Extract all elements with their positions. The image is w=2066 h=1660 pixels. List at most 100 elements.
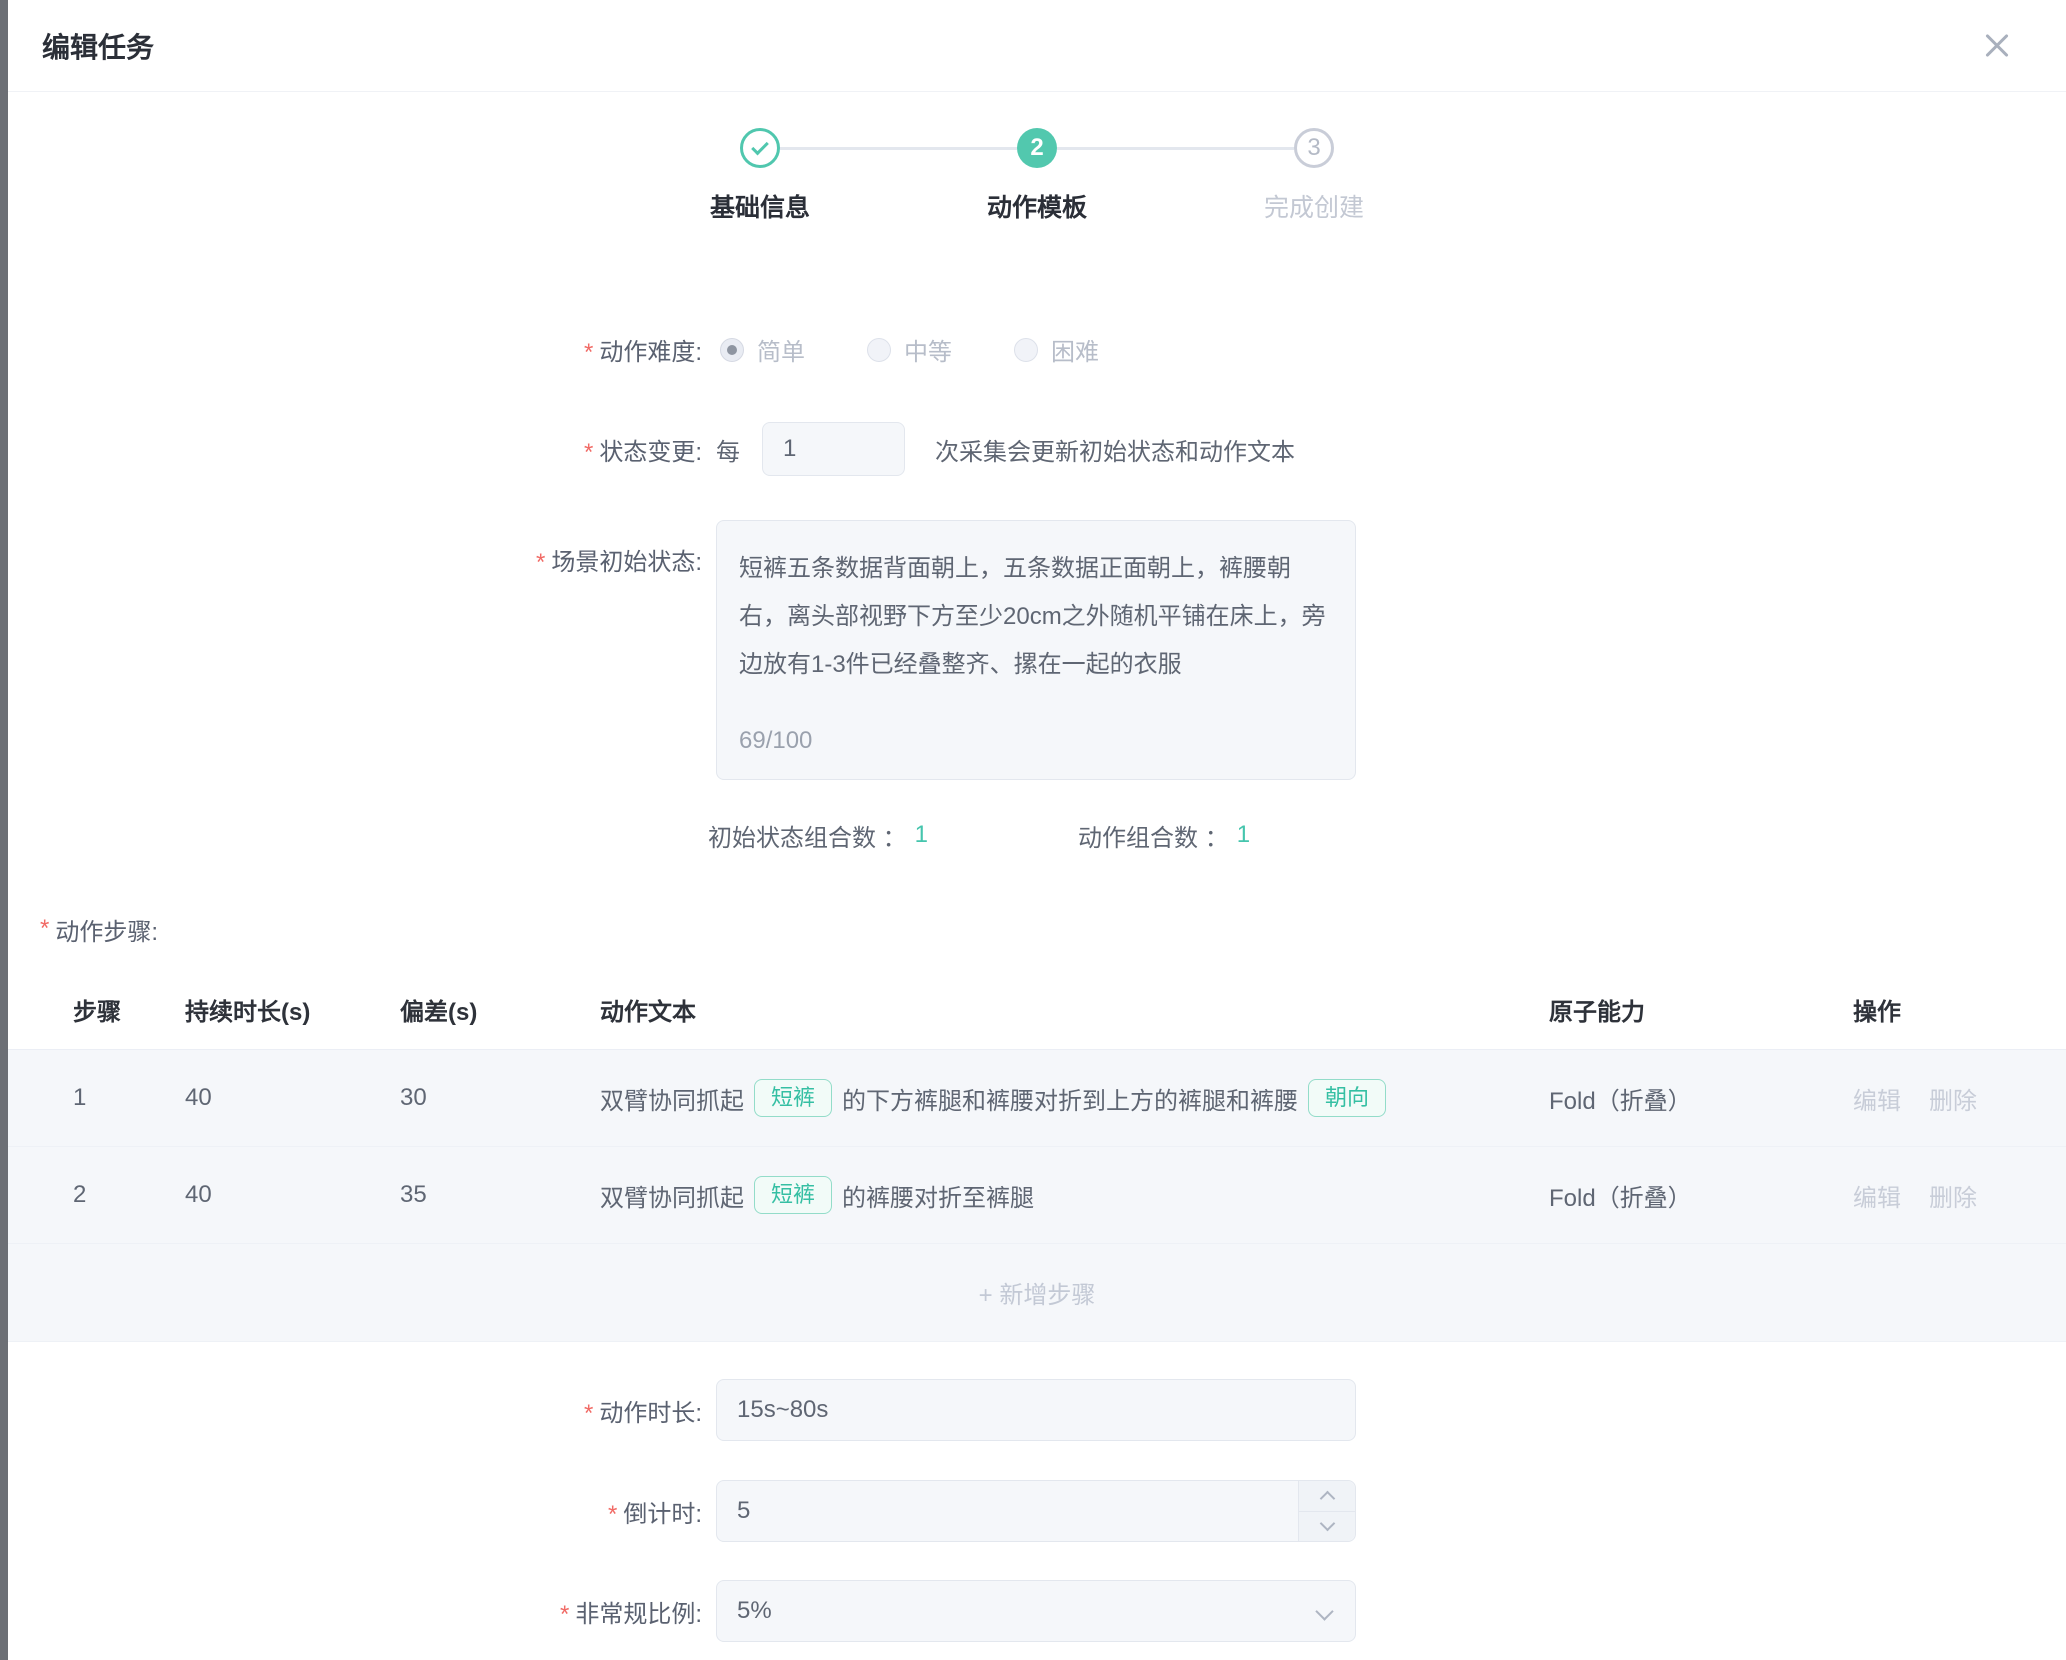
action-steps-label: * 动作步骤: (40, 912, 2066, 946)
action-duration-value: 15s~80s (737, 1396, 828, 1424)
table-row: 1 40 30 双臂协同抓起短裤的下方裤腿和裤腰对折到上方的裤腿和裤腰朝向 Fo… (8, 1050, 2066, 1147)
required-asterisk: * (608, 1501, 617, 1528)
difficulty-label: *动作难度: (8, 332, 702, 367)
cell-duration: 40 (185, 1181, 400, 1209)
cell-step: 2 (73, 1181, 185, 1209)
edit-task-dialog: 编辑任务 基础信息 2 动作模板 3 完成创建 *动作难度: 简单 中等 困难 (8, 0, 2066, 1660)
state-change-label: *状态变更: (8, 432, 702, 467)
header-operations: 操作 (1853, 992, 2066, 1027)
close-icon[interactable] (1980, 29, 2014, 63)
edit-link[interactable]: 编辑 (1853, 1088, 1901, 1115)
radio-circle[interactable] (720, 338, 744, 362)
initial-state-combo-value: 1 (915, 821, 928, 849)
step-circle (740, 128, 780, 168)
action-text-segment: 双臂协同抓起 (600, 1178, 744, 1213)
step-number: 3 (1307, 134, 1320, 162)
initial-state-combo: 初始状态组合数 ： 1 (708, 818, 928, 853)
radio-circle[interactable] (867, 338, 891, 362)
required-asterisk: * (40, 915, 49, 943)
stepper-step: 基础信息 (740, 128, 780, 168)
delete-link[interactable]: 删除 (1929, 1185, 1977, 1212)
header-action-text: 动作文本 (600, 992, 1549, 1027)
unusual-ratio-label-text: 非常规比例: (575, 1601, 702, 1628)
cell-operations: 编辑 删除 (1853, 1081, 2066, 1116)
cell-action-text: 双臂协同抓起短裤的裤腰对折至裤腿 (600, 1176, 1549, 1214)
spinner-decrease-button[interactable] (1299, 1512, 1355, 1542)
state-change-prefix: 每 (716, 432, 740, 467)
chevron-down-icon (1319, 1516, 1335, 1532)
radio-circle[interactable] (1014, 338, 1038, 362)
difficulty-radio[interactable]: 困难 (1014, 332, 1099, 367)
check-icon (751, 137, 769, 155)
action-combo-value: 1 (1237, 821, 1250, 849)
action-duration-label-text: 动作时长: (599, 1400, 702, 1427)
radio-dot (727, 345, 737, 355)
scene-initial-state-textarea[interactable]: 短裤五条数据背面朝上，五条数据正面朝上，裤腰朝右，离头部视野下方至少20cm之外… (716, 520, 1356, 780)
countdown-row: *倒计时: 5 (8, 1480, 2066, 1542)
step-circle: 3 (1294, 128, 1334, 168)
add-step-button[interactable]: + 新增步骤 (8, 1244, 2066, 1342)
combos-row: 初始状态组合数 ： 1 动作组合数 ： 1 (708, 818, 2066, 852)
cell-deviation: 35 (400, 1181, 600, 1209)
add-step-label: + 新增步骤 (979, 1275, 1096, 1310)
scene-initial-state-row: *场景初始状态: 短裤五条数据背面朝上，五条数据正面朝上，裤腰朝右，离头部视野下… (8, 520, 2066, 780)
stepper-line (780, 147, 1017, 150)
difficulty-row: *动作难度: 简单 中等 困难 (8, 332, 2066, 367)
delete-link[interactable]: 删除 (1929, 1088, 1977, 1115)
char-counter: 69/100 (739, 717, 812, 765)
action-duration-input[interactable]: 15s~80s (716, 1379, 1356, 1441)
scene-initial-state-label: *场景初始状态: (8, 520, 702, 577)
header-deviation: 偏差(s) (400, 992, 600, 1027)
step-label: 动作模板 (987, 188, 1087, 224)
slot-tag: 朝向 (1308, 1079, 1386, 1117)
difficulty-radio[interactable]: 简单 (720, 332, 805, 367)
action-text-segment: 的裤腰对折至裤腿 (842, 1178, 1034, 1213)
required-asterisk: * (536, 549, 545, 576)
countdown-input[interactable]: 5 (716, 1480, 1356, 1542)
page-background-edge (0, 0, 8, 1660)
header-ability: 原子能力 (1549, 992, 1853, 1027)
required-asterisk: * (584, 339, 593, 366)
action-duration-row: *动作时长: 15s~80s (8, 1379, 2066, 1441)
action-steps-table: 步骤 持续时长(s) 偏差(s) 动作文本 原子能力 操作 1 40 30 双臂… (8, 970, 2066, 1342)
step-label: 完成创建 (1264, 188, 1364, 224)
difficulty-label-text: 动作难度: (599, 339, 702, 366)
spinner-increase-button[interactable] (1299, 1481, 1355, 1512)
radio-label: 简单 (757, 332, 805, 367)
cell-duration: 40 (185, 1084, 400, 1112)
step-label: 基础信息 (710, 188, 810, 224)
radio-label: 中等 (904, 332, 952, 367)
unusual-ratio-value: 5% (737, 1597, 772, 1625)
action-text-segment: 的下方裤腿和裤腰对折到上方的裤腿和裤腰 (842, 1081, 1298, 1116)
header-duration: 持续时长(s) (185, 992, 400, 1027)
required-asterisk: * (584, 1400, 593, 1427)
unusual-ratio-select[interactable]: 5% (716, 1580, 1356, 1642)
action-duration-label: *动作时长: (8, 1393, 702, 1428)
cell-step: 1 (73, 1084, 185, 1112)
cell-ability: Fold（折叠） (1549, 1081, 1853, 1116)
countdown-value: 5 (737, 1497, 750, 1525)
cell-operations: 编辑 删除 (1853, 1178, 2066, 1213)
radio-label: 困难 (1051, 332, 1099, 367)
difficulty-radio[interactable]: 中等 (867, 332, 952, 367)
required-asterisk: * (560, 1601, 569, 1628)
chevron-up-icon (1319, 1490, 1335, 1506)
cell-action-text: 双臂协同抓起短裤的下方裤腿和裤腰对折到上方的裤腿和裤腰朝向 (600, 1079, 1549, 1117)
difficulty-options: 简单 中等 困难 (720, 332, 1099, 367)
edit-link[interactable]: 编辑 (1853, 1185, 1901, 1212)
stepper-line (1057, 147, 1294, 150)
action-steps-label-text: 动作步骤: (55, 912, 158, 947)
number-spinner (1298, 1481, 1355, 1541)
slot-tag: 短裤 (754, 1176, 832, 1214)
header-step: 步骤 (73, 992, 185, 1027)
table-body: 1 40 30 双臂协同抓起短裤的下方裤腿和裤腰对折到上方的裤腿和裤腰朝向 Fo… (8, 1050, 2066, 1244)
step-number: 2 (1030, 134, 1043, 162)
unusual-ratio-label: *非常规比例: (8, 1594, 702, 1629)
scene-initial-state-label-text: 场景初始状态: (551, 549, 702, 576)
step-circle: 2 (1017, 128, 1057, 168)
countdown-label-text: 倒计时: (623, 1501, 702, 1528)
stepper-step: 2 动作模板 (1017, 128, 1057, 168)
scene-initial-state-text: 短裤五条数据背面朝上，五条数据正面朝上，裤腰朝右，离头部视野下方至少20cm之外… (739, 555, 1326, 678)
state-change-input[interactable]: 1 (762, 422, 905, 476)
dialog-title: 编辑任务 (42, 26, 154, 66)
